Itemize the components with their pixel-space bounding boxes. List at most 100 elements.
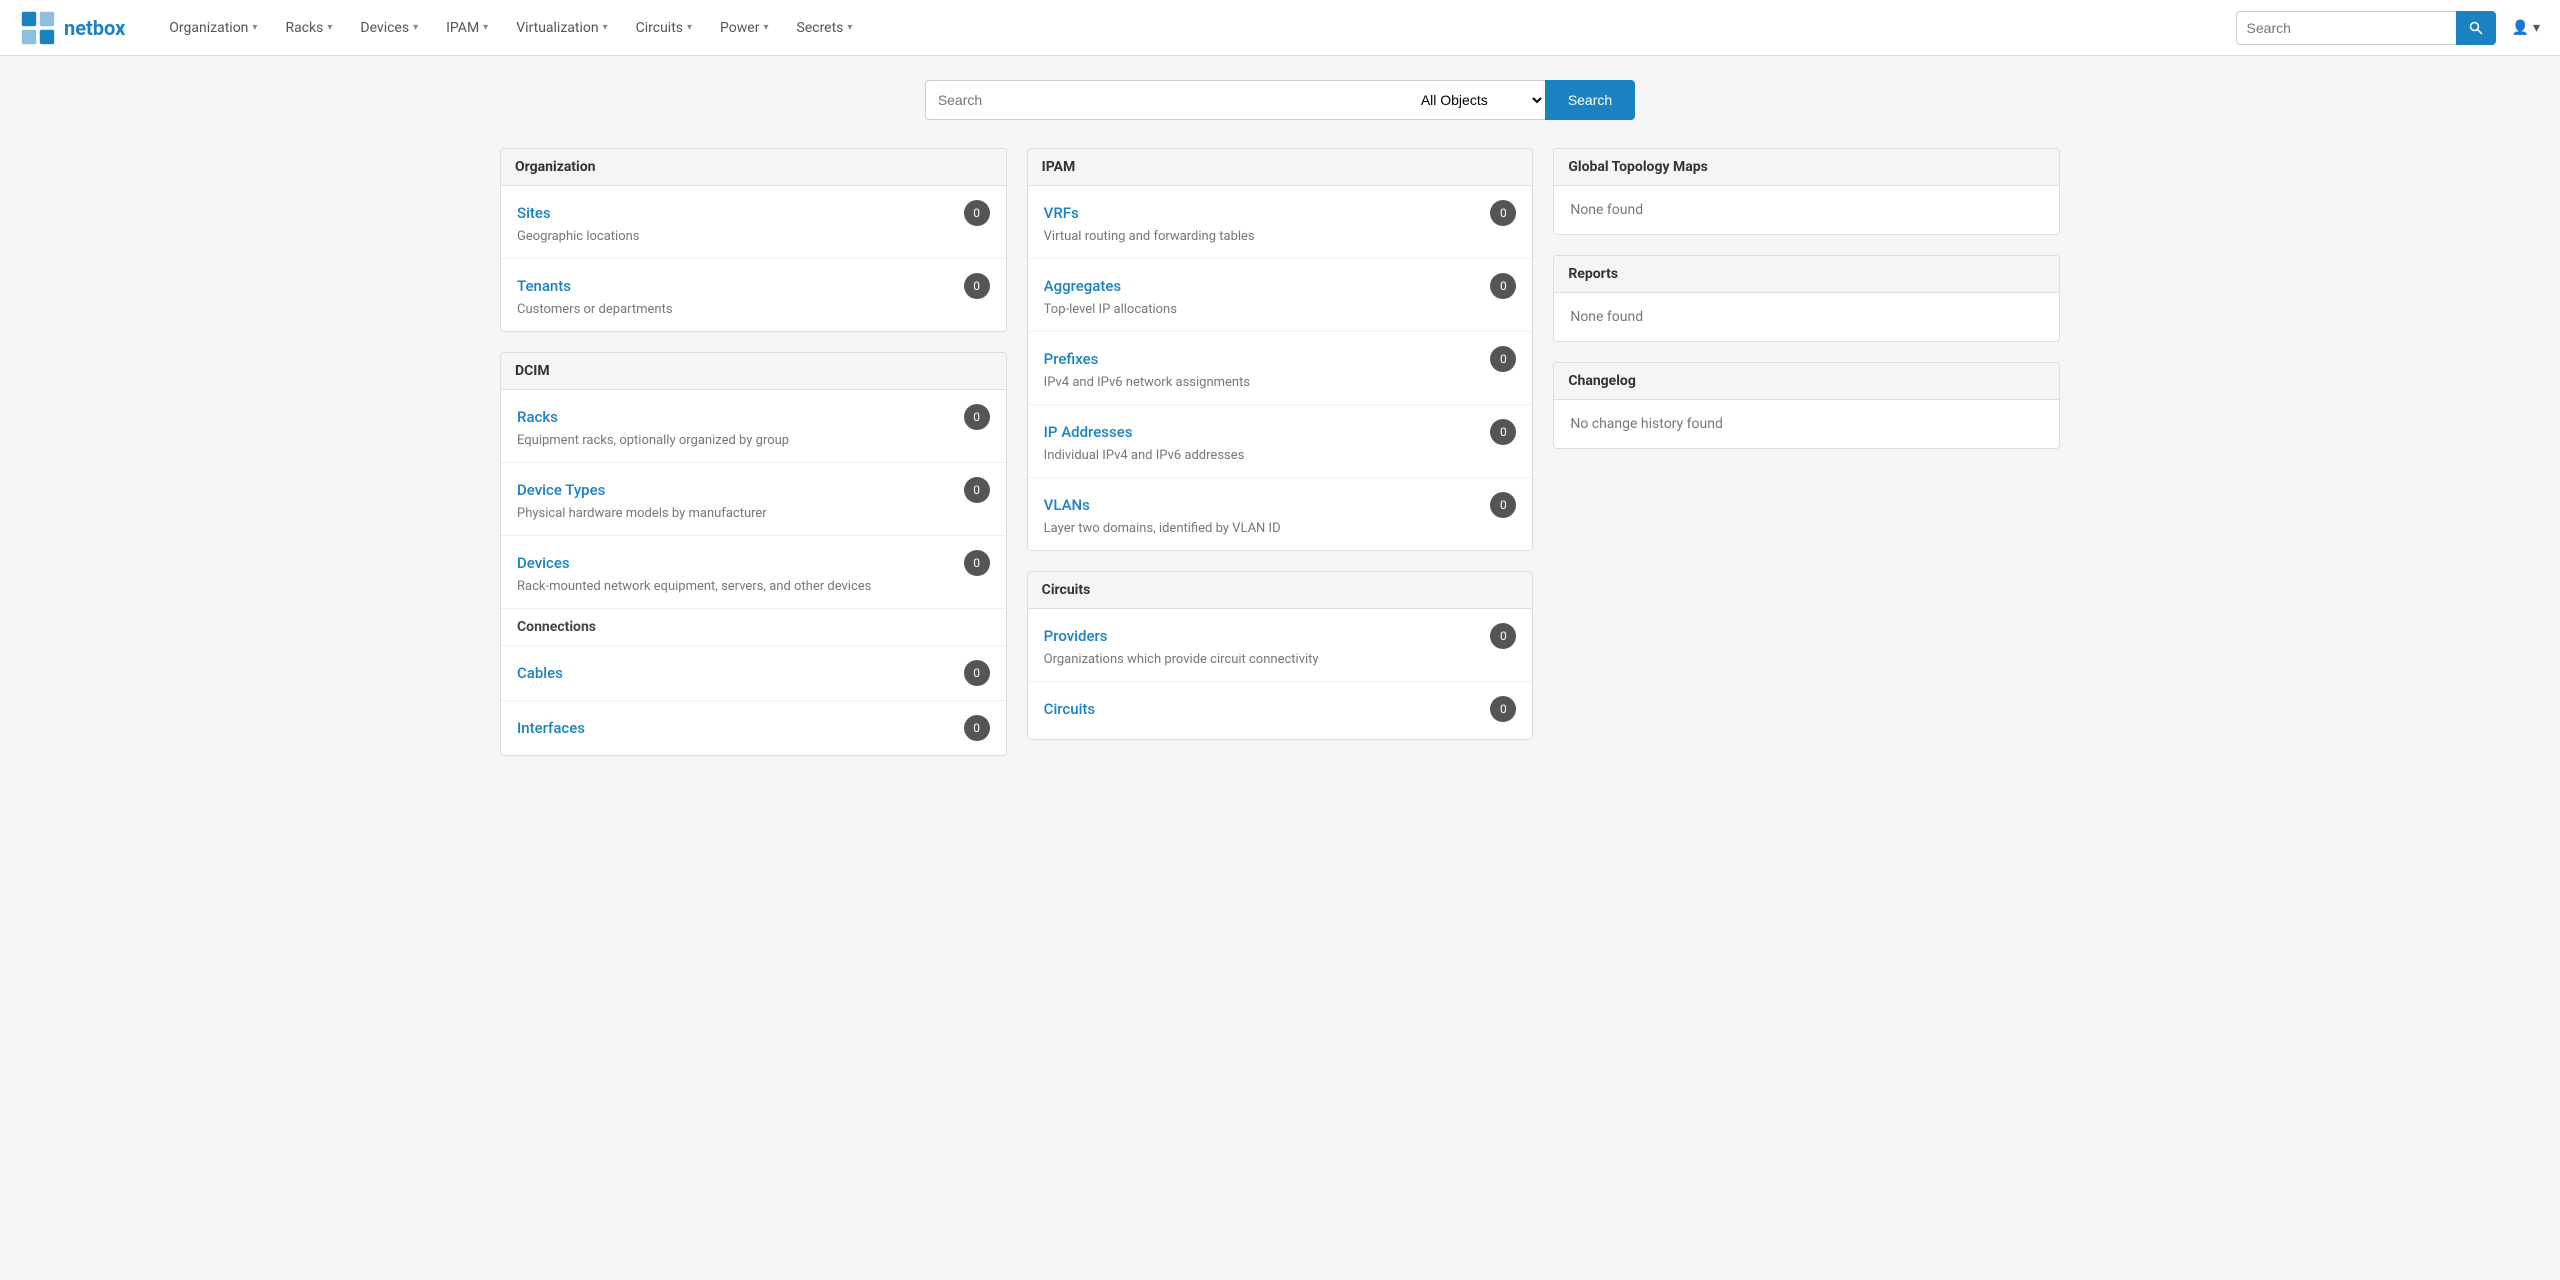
vrfs-badge: 0 [1490,200,1516,226]
ip-addresses-link[interactable]: IP Addresses [1044,423,1133,441]
racks-badge: 0 [964,404,990,430]
vrfs-desc: Virtual routing and forwarding tables [1044,229,1517,244]
search-type-select[interactable]: All ObjectsSitesRacksDevicesIP Addresses… [1405,80,1545,120]
circuits-link[interactable]: Circuits [1044,700,1096,718]
nav-item-label: Organization [169,20,248,36]
navbar-user[interactable]: 👤 ▾ [2512,20,2540,36]
nav-item-organization[interactable]: Organization ▾ [155,0,271,56]
tenants-badge: 0 [964,273,990,299]
card-item-interfaces: Interfaces 0 [501,701,1006,755]
providers-desc: Organizations which provide circuit conn… [1044,652,1517,667]
card-item-vrfs: VRFs 0 Virtual routing and forwarding ta… [1028,186,1533,259]
racks-link[interactable]: Racks [517,408,558,426]
ip-addresses-desc: Individual IPv4 and IPv6 addresses [1044,448,1517,463]
navbar-search-input[interactable] [2236,11,2456,45]
dcim-header: DCIM [501,353,1006,390]
aggregates-desc: Top-level IP allocations [1044,302,1517,317]
sites-badge: 0 [964,200,990,226]
nav-item-devices[interactable]: Devices ▾ [346,0,432,56]
content-columns: Organization Sites 0 Geographic location… [500,148,2060,776]
dcim-section: DCIM Racks 0 Equipment racks, optionally… [500,352,1007,756]
organization-header: Organization [501,149,1006,186]
nav-item-circuits[interactable]: Circuits ▾ [622,0,706,56]
cables-link[interactable]: Cables [517,664,563,682]
vrfs-link[interactable]: VRFs [1044,204,1079,222]
nav-item-caret: ▾ [483,22,488,33]
right-column: Global Topology Maps None found Reports … [1553,148,2060,776]
circuits-badge: 0 [1490,696,1516,722]
nav-item-label: Power [720,20,759,36]
tenants-link[interactable]: Tenants [517,277,571,295]
prefixes-link[interactable]: Prefixes [1044,350,1099,368]
nav-item-caret: ▾ [847,22,852,33]
navbar-search-button[interactable] [2456,11,2496,45]
sites-link[interactable]: Sites [517,204,551,222]
nav-item-label: Virtualization [516,20,598,36]
global-topology-panel: Global Topology Maps None found [1553,148,2060,235]
nav-item-virtualization[interactable]: Virtualization ▾ [502,0,621,56]
card-item-tenants: Tenants 0 Customers or departments [501,259,1006,331]
devices-badge: 0 [964,550,990,576]
nav-item-label: Racks [285,20,323,36]
sites-desc: Geographic locations [517,229,990,244]
ip-addresses-badge: 0 [1490,419,1516,445]
prefixes-badge: 0 [1490,346,1516,372]
nav-item-racks[interactable]: Racks ▾ [271,0,346,56]
providers-badge: 0 [1490,623,1516,649]
card-item-aggregates: Aggregates 0 Top-level IP allocations [1028,259,1533,332]
tenants-desc: Customers or departments [517,302,990,317]
cables-badge: 0 [964,660,990,686]
nav-item-ipam[interactable]: IPAM ▾ [432,0,502,56]
devices-link[interactable]: Devices [517,554,570,572]
device-types-desc: Physical hardware models by manufacturer [517,506,990,521]
card-item-devices: Devices 0 Rack-mounted network equipment… [501,536,1006,609]
card-item-sites: Sites 0 Geographic locations [501,186,1006,259]
ipam-header: IPAM [1028,149,1533,186]
circuits-header: Circuits [1028,572,1533,609]
middle-column: IPAM VRFs 0 Virtual routing and forwardi… [1027,148,1534,776]
nav-item-label: Secrets [797,20,844,36]
circuits-section: Circuits Providers 0 Organizations which… [1027,571,1534,740]
navbar-brand[interactable]: netbox [20,10,125,46]
vlans-desc: Layer two domains, identified by VLAN ID [1044,521,1517,536]
prefixes-desc: IPv4 and IPv6 network assignments [1044,375,1517,390]
connections-header: Connections [501,609,1006,646]
aggregates-badge: 0 [1490,273,1516,299]
reports-header: Reports [1554,256,2059,293]
nav-item-label: Circuits [636,20,683,36]
user-icon: 👤 [2512,20,2529,36]
providers-link[interactable]: Providers [1044,627,1108,645]
vlans-badge: 0 [1490,492,1516,518]
changelog-body: No change history found [1554,400,2059,448]
global-topology-body: None found [1554,186,2059,234]
ipam-section: IPAM VRFs 0 Virtual routing and forwardi… [1027,148,1534,551]
racks-desc: Equipment racks, optionally organized by… [517,433,990,448]
main-search-input[interactable] [925,80,1405,120]
nav-item-secrets[interactable]: Secrets ▾ [783,0,867,56]
user-caret: ▾ [2533,20,2540,36]
card-item-cables: Cables 0 [501,646,1006,701]
nav-item-caret: ▾ [687,22,692,33]
vlans-link[interactable]: VLANs [1044,496,1090,514]
navbar: netbox Organization ▾Racks ▾Devices ▾IPA… [0,0,2560,56]
interfaces-badge: 0 [964,715,990,741]
left-column: Organization Sites 0 Geographic location… [500,148,1007,776]
changelog-panel: Changelog No change history found [1553,362,2060,449]
main-search-button[interactable]: Search [1545,80,1635,120]
main-content: All ObjectsSitesRacksDevicesIP Addresses… [0,56,2560,800]
nav-item-caret: ▾ [603,22,608,33]
aggregates-link[interactable]: Aggregates [1044,277,1122,295]
card-item-prefixes: Prefixes 0 IPv4 and IPv6 network assignm… [1028,332,1533,405]
nav-item-power[interactable]: Power ▾ [706,0,782,56]
card-item-device-types: Device Types 0 Physical hardware models … [501,463,1006,536]
interfaces-link[interactable]: Interfaces [517,719,585,737]
card-item-vlans: VLANs 0 Layer two domains, identified by… [1028,478,1533,550]
device-types-link[interactable]: Device Types [517,481,605,499]
search-bar-container: All ObjectsSitesRacksDevicesIP Addresses… [24,80,2536,120]
card-item-ip-addresses: IP Addresses 0 Individual IPv4 and IPv6 … [1028,405,1533,478]
organization-section: Organization Sites 0 Geographic location… [500,148,1007,332]
brand-label: netbox [64,16,125,40]
card-item-providers: Providers 0 Organizations which provide … [1028,609,1533,682]
device-types-badge: 0 [964,477,990,503]
card-item-circuits: Circuits 0 [1028,682,1533,739]
